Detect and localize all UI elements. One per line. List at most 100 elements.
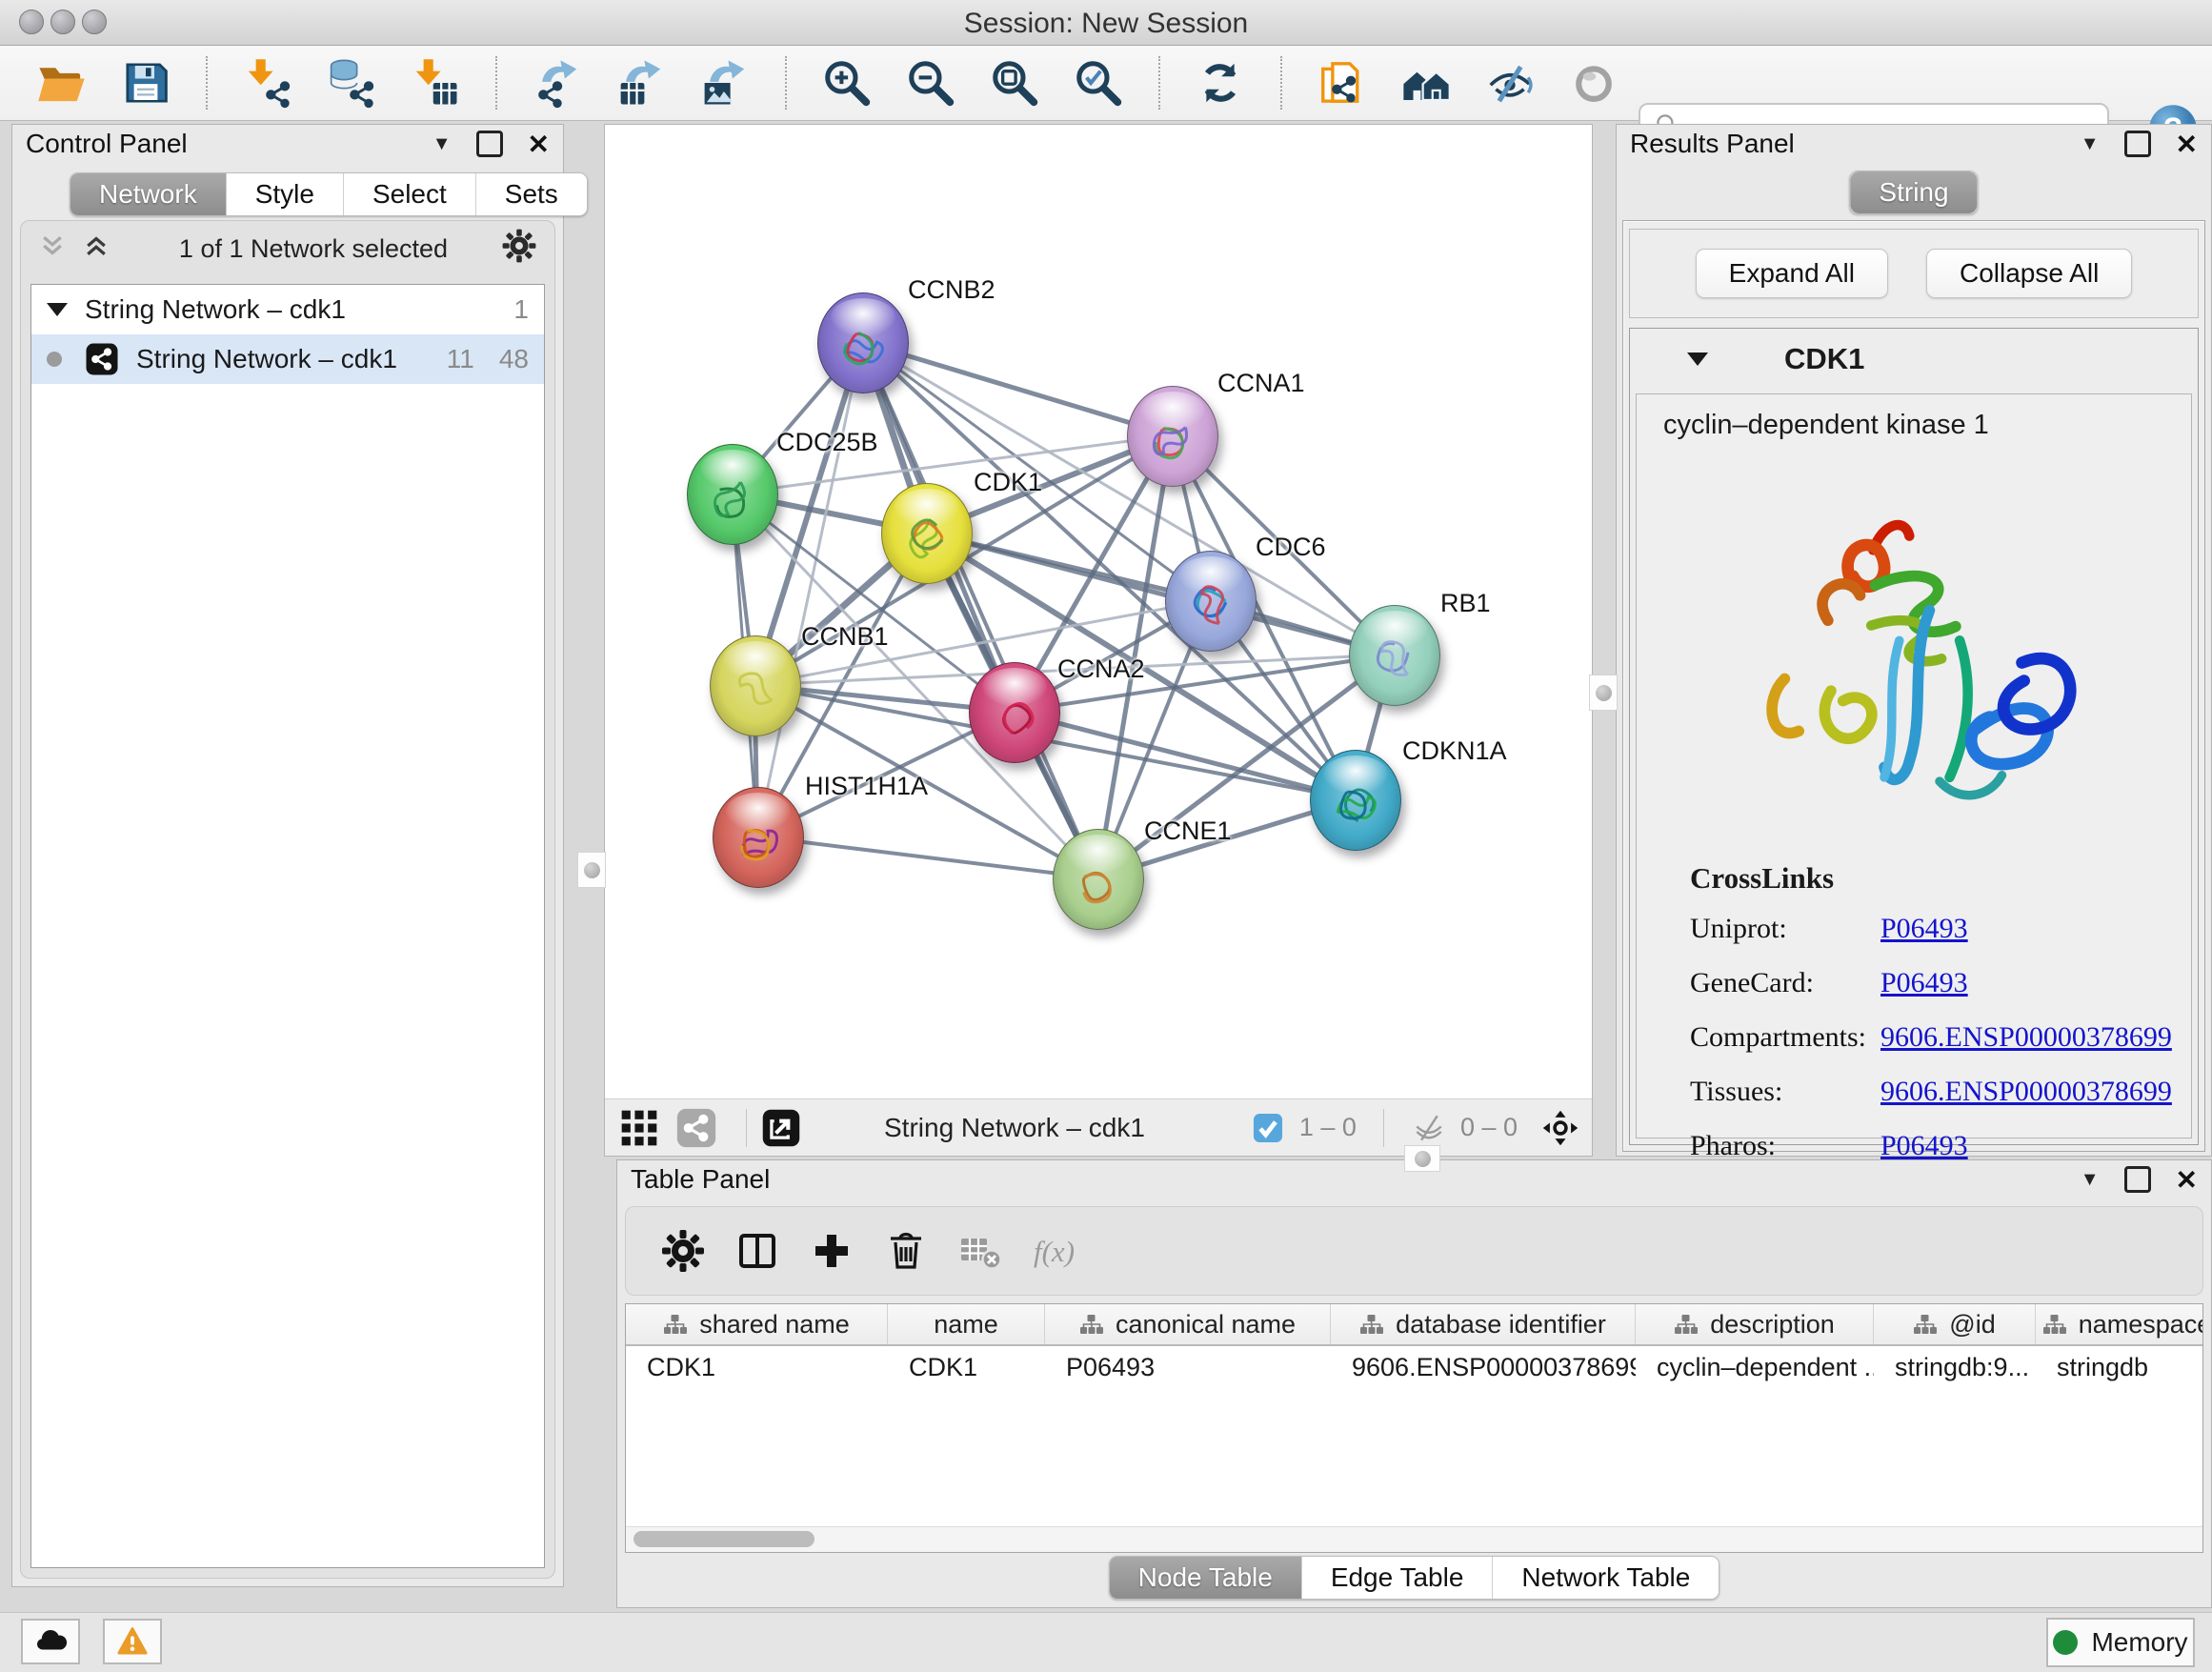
tab-select[interactable]: Select <box>344 173 476 215</box>
collapse-gene-icon[interactable] <box>1687 353 1708 366</box>
edge-ccnb2-hist1h1a[interactable] <box>757 342 862 836</box>
table-horizontal-scrollbar[interactable] <box>626 1526 2202 1552</box>
network-canvas[interactable]: CCNB2CCNA1CDC25BCDK1CDC6RB1CCNB1CCNA2CDK… <box>605 125 1592 1098</box>
panel-close-icon[interactable]: ✕ <box>2176 129 2198 160</box>
panel-close-icon[interactable]: ✕ <box>528 129 550 160</box>
node-ccna1[interactable] <box>1127 386 1218 487</box>
grid-view-icon[interactable] <box>618 1107 660 1149</box>
node-cdc25b[interactable] <box>687 444 778 545</box>
crosslink-link[interactable]: P06493 <box>1880 1130 1968 1162</box>
copy-document-icon[interactable] <box>1315 55 1370 111</box>
panel-maximize-icon[interactable] <box>476 131 503 157</box>
column-header-description[interactable]: description <box>1636 1304 1874 1344</box>
tab-network-table[interactable]: Network Table <box>1493 1557 1719 1599</box>
tab-style[interactable]: Style <box>227 173 344 215</box>
zoom-fit-icon[interactable] <box>987 55 1042 111</box>
cell-canonicalname[interactable]: P06493 <box>1045 1353 1331 1382</box>
node-ccnb1[interactable] <box>710 635 801 736</box>
results-tab-string[interactable]: String <box>1849 171 1978 214</box>
cell-databaseidentifier[interactable]: 9606.ENSP00000378699 <box>1331 1353 1636 1382</box>
node-ccna2[interactable] <box>969 662 1060 763</box>
bottom-splitter-handle[interactable] <box>1404 1145 1440 1172</box>
tab-edge-table[interactable]: Edge Table <box>1302 1557 1494 1599</box>
left-splitter-handle[interactable] <box>577 852 606 888</box>
export-network-icon[interactable] <box>530 55 585 111</box>
node-cdkn1a[interactable] <box>1310 750 1401 851</box>
houses-icon[interactable] <box>1398 55 1454 111</box>
cell-sharedname[interactable]: CDK1 <box>626 1353 888 1382</box>
node-ccnb2[interactable] <box>817 292 909 393</box>
network-collection-row[interactable]: String Network – cdk1 1 <box>31 285 544 334</box>
import-database-icon[interactable] <box>324 55 379 111</box>
collapse-all-icon[interactable] <box>38 232 67 267</box>
detach-view-icon[interactable] <box>760 1107 802 1149</box>
network-options-gear-icon[interactable] <box>501 228 537 271</box>
memory-button[interactable]: Memory <box>2046 1618 2195 1667</box>
column-type-icon <box>1674 1312 1699 1337</box>
expand-all-icon[interactable] <box>82 232 111 267</box>
zoom-out-icon[interactable] <box>903 55 958 111</box>
plus-icon[interactable] <box>809 1228 855 1274</box>
selected-checkbox-icon[interactable] <box>1250 1110 1286 1146</box>
column-header-id[interactable]: @id <box>1874 1304 2036 1344</box>
table-panel-title: Table Panel <box>631 1164 770 1195</box>
right-splitter-handle[interactable] <box>1589 675 1618 711</box>
column-header-namespace[interactable]: namespace <box>2036 1304 2203 1344</box>
node-cdc6[interactable] <box>1165 551 1257 652</box>
show-all-icon[interactable] <box>1566 55 1621 111</box>
crosslink-link[interactable]: P06493 <box>1880 967 1968 999</box>
expand-all-button[interactable]: Expand All <box>1696 249 1888 298</box>
scrollbar-thumb[interactable] <box>633 1531 814 1547</box>
columns-icon[interactable] <box>734 1228 780 1274</box>
save-icon[interactable] <box>118 55 173 111</box>
network-row-selected[interactable]: String Network – cdk1 11 48 <box>31 334 544 384</box>
column-header-databaseidentifier[interactable]: database identifier <box>1331 1304 1636 1344</box>
node-hist1h1a[interactable] <box>713 787 804 888</box>
gear-icon[interactable] <box>660 1228 706 1274</box>
cell-description[interactable]: cyclin–dependent ... <box>1636 1353 1874 1382</box>
crosslink-link[interactable]: 9606.ENSP00000378699 <box>1880 1076 2172 1108</box>
hide-selected-icon[interactable] <box>1482 55 1538 111</box>
refresh-icon[interactable] <box>1193 55 1248 111</box>
folder-open-icon[interactable] <box>34 55 90 111</box>
trash-icon[interactable] <box>883 1228 929 1274</box>
crosslink-link[interactable]: P06493 <box>1880 913 1968 945</box>
collapse-all-button[interactable]: Collapse All <box>1926 249 2132 298</box>
svg-text:f(x): f(x) <box>1034 1235 1075 1268</box>
cell-namespace[interactable]: stringdb <box>2036 1353 2203 1382</box>
import-network-icon[interactable] <box>240 55 295 111</box>
tab-sets[interactable]: Sets <box>476 173 587 215</box>
column-header-canonicalname[interactable]: canonical name <box>1045 1304 1331 1344</box>
zoom-selected-icon[interactable] <box>1071 55 1126 111</box>
panel-float-icon[interactable]: ▼ <box>432 133 452 155</box>
warnings-button[interactable] <box>103 1619 162 1664</box>
network-name: String Network – cdk1 <box>136 344 397 374</box>
export-table-icon[interactable] <box>613 55 669 111</box>
tree-expand-icon[interactable] <box>47 303 68 316</box>
cell-id[interactable]: stringdb:9... <box>1874 1353 2036 1382</box>
column-header-name[interactable]: name <box>888 1304 1045 1344</box>
hidden-eye-icon[interactable] <box>1411 1110 1447 1146</box>
birds-eye-view-icon[interactable] <box>1542 1110 1579 1146</box>
node-cdk1[interactable] <box>881 483 973 584</box>
panel-close-icon[interactable]: ✕ <box>2176 1164 2198 1196</box>
edge-hist1h1a-ccne1[interactable] <box>757 836 1097 878</box>
table-row[interactable]: CDK1CDK1P064939606.ENSP00000378699cyclin… <box>626 1346 2202 1388</box>
panel-float-icon[interactable]: ▼ <box>2081 133 2100 155</box>
panel-maximize-icon[interactable] <box>2124 1166 2151 1193</box>
export-image-icon[interactable] <box>697 55 753 111</box>
zoom-in-icon[interactable] <box>819 55 875 111</box>
column-header-sharedname[interactable]: shared name <box>626 1304 888 1344</box>
node-ccne1[interactable] <box>1053 829 1144 930</box>
panel-float-icon[interactable]: ▼ <box>2081 1169 2100 1191</box>
tab-network[interactable]: Network <box>70 173 227 215</box>
edge-ccnb2-ccna1[interactable] <box>862 342 1172 435</box>
tab-node-table[interactable]: Node Table <box>1110 1557 1302 1599</box>
import-table-icon[interactable] <box>408 55 463 111</box>
cell-name[interactable]: CDK1 <box>888 1353 1045 1382</box>
node-rb1[interactable] <box>1349 605 1440 706</box>
cloud-button[interactable] <box>21 1619 80 1664</box>
crosslink-link[interactable]: 9606.ENSP00000378699 <box>1880 1021 2172 1054</box>
gene-header[interactable]: CDK1 <box>1630 329 2198 390</box>
panel-maximize-icon[interactable] <box>2124 131 2151 157</box>
